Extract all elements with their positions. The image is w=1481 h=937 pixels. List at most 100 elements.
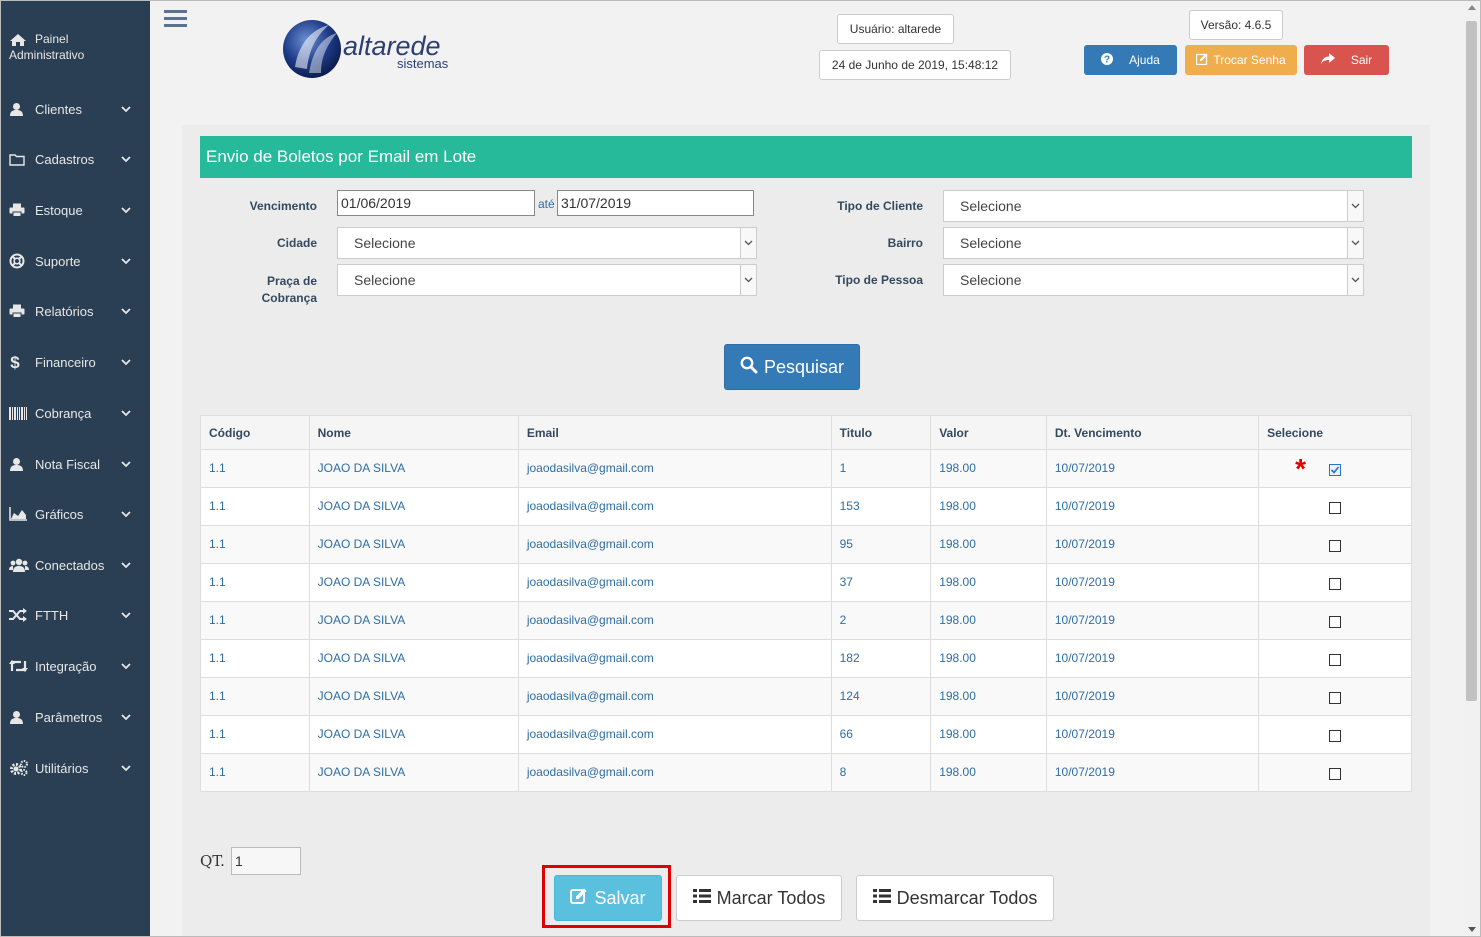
menu-toggle-icon[interactable] xyxy=(164,9,188,29)
chevron-down-icon[interactable] xyxy=(116,409,136,417)
vertical-scrollbar[interactable] xyxy=(1463,1,1480,936)
sidebar-item-painel[interactable]: Painel Administrativo xyxy=(9,31,84,63)
cell-email: joaodasilva@gmail.com xyxy=(517,449,832,488)
chevron-down-icon[interactable] xyxy=(116,510,136,518)
row-checkbox[interactable] xyxy=(1329,653,1342,666)
mark-all-label: Marcar Todos xyxy=(716,887,826,908)
cell-valor: 198.00 xyxy=(930,677,1047,716)
cell-selecione xyxy=(1258,487,1412,526)
row-checkbox[interactable] xyxy=(1329,767,1342,780)
date-to-input[interactable]: 31/07/2019 xyxy=(557,190,754,216)
sidebar-item-estoque[interactable]: Estoque xyxy=(1,190,150,230)
sidebar-item-nota-fiscal[interactable]: Nota Fiscal xyxy=(1,444,150,484)
save-button[interactable]: Salvar xyxy=(554,875,662,921)
row-checkbox[interactable] xyxy=(1329,615,1342,628)
chevron-down-icon[interactable] xyxy=(116,561,136,569)
col-titulo[interactable]: Titulo xyxy=(830,415,932,450)
col-vencimento[interactable]: Dt. Vencimento xyxy=(1045,415,1260,450)
sidebar-item-clientes[interactable]: Clientes xyxy=(1,89,150,129)
col-selecione[interactable]: Selecione xyxy=(1258,415,1412,450)
cell-titulo: 37 xyxy=(830,563,932,602)
sidebar-item-relatorios[interactable]: Relatórios xyxy=(1,291,150,331)
scroll-up-icon[interactable] xyxy=(1468,5,1476,10)
chevron-down-icon xyxy=(1347,228,1363,258)
scroll-down-icon[interactable] xyxy=(1468,927,1476,932)
chevron-down-icon[interactable] xyxy=(116,358,136,366)
row-checkbox[interactable] xyxy=(1329,539,1342,552)
sidebar-item-graficos[interactable]: Gráficos xyxy=(1,494,150,534)
cell-vencimento: 10/07/2019 xyxy=(1045,639,1260,678)
praca-label-line1: Praça de xyxy=(266,274,317,288)
col-email[interactable]: Email xyxy=(517,415,832,450)
cell-codigo: 1.1 xyxy=(200,677,310,716)
help-button[interactable]: ? Ajuda xyxy=(1084,45,1177,75)
col-codigo[interactable]: Código xyxy=(200,415,310,450)
chevron-down-icon[interactable] xyxy=(116,206,136,214)
row-checkbox[interactable] xyxy=(1329,577,1342,590)
qt-input[interactable]: 1 xyxy=(231,847,301,875)
exit-button[interactable]: Sair xyxy=(1304,45,1389,75)
sidebar-item-ftth[interactable]: FTTH xyxy=(1,595,150,635)
cell-codigo: 1.1 xyxy=(200,715,310,754)
sidebar-item-financeiro[interactable]: $ Financeiro xyxy=(1,342,150,382)
bairro-select[interactable]: Selecione xyxy=(943,227,1364,259)
qt-label: QT. xyxy=(200,852,225,870)
chevron-down-icon[interactable] xyxy=(116,257,136,265)
row-checkbox[interactable] xyxy=(1329,501,1342,514)
cell-selecione xyxy=(1258,677,1412,716)
change-password-label: Trocar Senha xyxy=(1213,53,1286,67)
chevron-down-icon[interactable] xyxy=(116,662,136,670)
sidebar-home-label-1: Painel xyxy=(35,32,69,46)
change-password-button[interactable]: Trocar Senha xyxy=(1185,45,1297,75)
cidade-select[interactable]: Selecione xyxy=(337,227,757,259)
sidebar-item-suporte[interactable]: Suporte xyxy=(1,241,150,281)
tipo-cliente-label: Tipo de Cliente xyxy=(837,199,923,213)
search-button[interactable]: Pesquisar xyxy=(724,344,860,390)
chevron-down-icon[interactable] xyxy=(116,307,136,315)
row-checkbox[interactable] xyxy=(1329,463,1342,476)
sidebar-item-parametros[interactable]: Parâmetros xyxy=(1,697,150,737)
cell-nome: JOAO DA SILVA xyxy=(308,525,519,564)
chevron-down-icon[interactable] xyxy=(116,105,136,113)
cell-selecione xyxy=(1258,601,1412,640)
cell-codigo: 1.1 xyxy=(200,639,310,678)
mark-all-button[interactable]: Marcar Todos xyxy=(676,875,842,921)
chevron-down-icon[interactable] xyxy=(116,155,136,163)
sidebar-item-label: FTTH xyxy=(35,607,69,623)
area-chart-icon xyxy=(1,507,35,521)
date-from-input[interactable]: 01/06/2019 xyxy=(337,190,535,216)
user-label: Usuário: altarede xyxy=(837,14,954,44)
cell-valor: 198.00 xyxy=(930,639,1047,678)
tipo-pessoa-select[interactable]: Selecione xyxy=(943,264,1364,296)
chevron-down-icon[interactable] xyxy=(116,611,136,619)
chevron-down-icon[interactable] xyxy=(116,764,136,772)
sidebar-item-utilitarios[interactable]: Utilitários xyxy=(1,748,150,788)
altarede-logo: altarede sistemas xyxy=(279,17,469,81)
sidebar-item-conectados[interactable]: Conectados xyxy=(1,545,150,585)
sidebar-item-label: Gráficos xyxy=(35,506,84,522)
cell-selecione xyxy=(1258,715,1412,754)
sidebar-item-label: Parâmetros xyxy=(35,709,103,725)
list-icon xyxy=(872,888,891,909)
sidebar-item-integracao[interactable]: Integração xyxy=(1,646,150,686)
praca-select[interactable]: Selecione xyxy=(337,264,757,296)
row-checkbox[interactable] xyxy=(1329,729,1342,742)
chevron-down-icon xyxy=(1347,265,1363,295)
col-valor[interactable]: Valor xyxy=(930,415,1047,450)
tipo-cliente-select[interactable]: Selecione xyxy=(943,190,1364,222)
sidebar-item-label: Cobrança xyxy=(35,405,92,421)
table-row: 1.1 JOAO DA SILVA joaodasilva@gmail.com 2 19… xyxy=(200,601,1412,640)
save-label: Salvar xyxy=(594,887,646,908)
unmark-all-button[interactable]: Desmarcar Todos xyxy=(856,875,1054,921)
sidebar-item-cobranca[interactable]: Cobrança xyxy=(1,393,150,433)
sidebar-item-label: Financeiro xyxy=(35,354,96,370)
sidebar-item-cadastros[interactable]: Cadastros xyxy=(1,139,150,179)
row-checkbox[interactable] xyxy=(1329,691,1342,704)
tipo-pessoa-label: Tipo de Pessoa xyxy=(835,273,923,287)
chevron-down-icon[interactable] xyxy=(116,713,136,721)
scroll-thumb[interactable] xyxy=(1466,21,1477,701)
sidebar-item-label: Integração xyxy=(35,658,97,674)
chevron-down-icon[interactable] xyxy=(116,460,136,468)
col-nome[interactable]: Nome xyxy=(308,415,519,450)
random-icon xyxy=(1,608,35,622)
